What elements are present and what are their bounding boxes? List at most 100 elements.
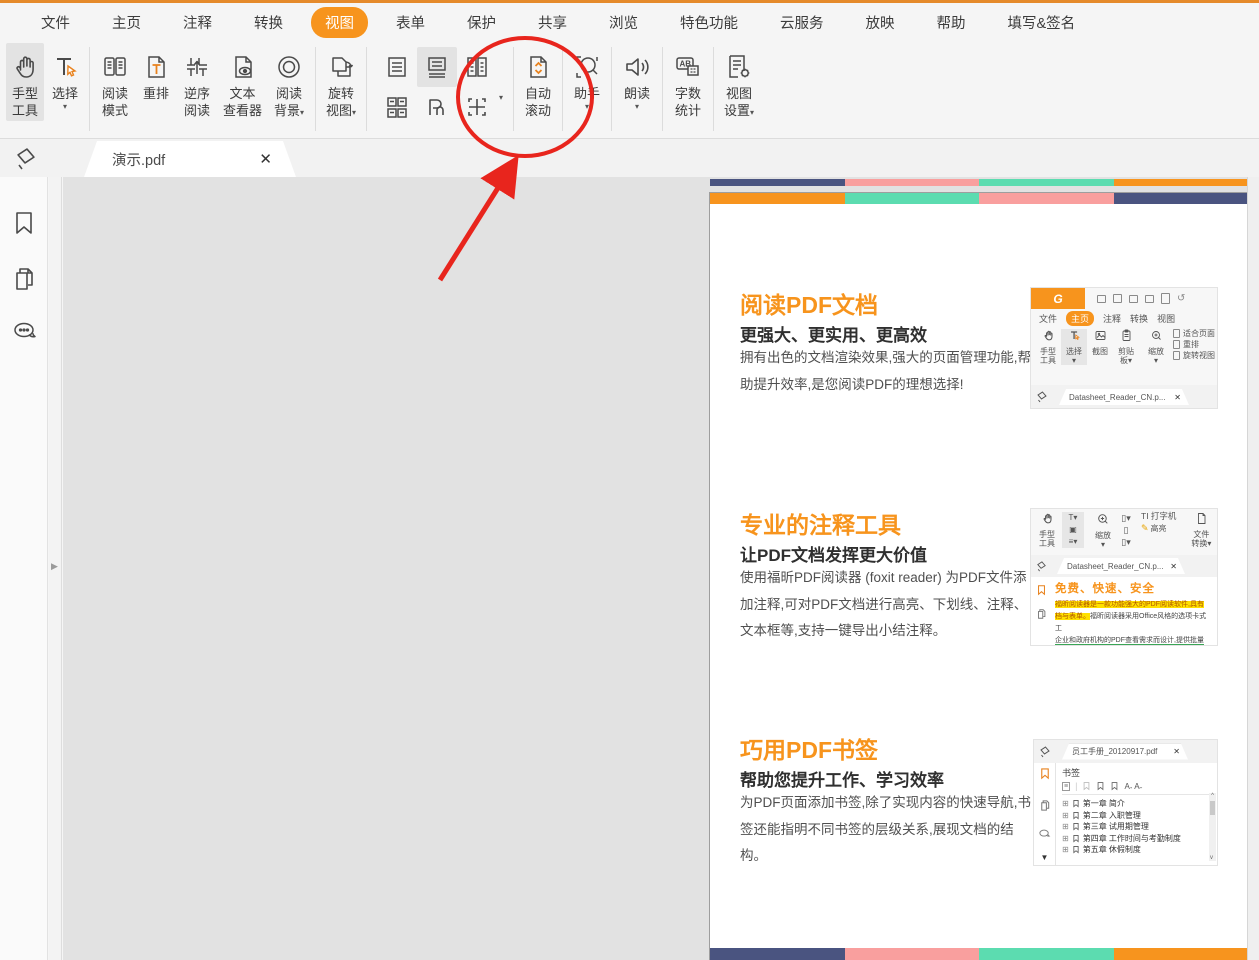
reading-background-icon [272,49,306,85]
mini-clipboard-tool: 剪贴板▾ [1113,329,1139,365]
auto-scroll-icon [523,49,553,85]
document-viewport[interactable]: 阅读PDF文档 更强大、更实用、更高效 拥有出色的文档渲染效果,强大的页面管理功… [63,177,1259,960]
continuous-page-view-button[interactable] [417,47,457,87]
mini-scrollbar: ^ v [1209,793,1216,861]
menu-convert[interactable]: 转换 [233,7,304,38]
toolbar-separator [89,47,90,131]
section-body: 拥有出色的文档渲染效果,强大的页面管理功能,帮助提升效率,是您阅读PDF的理想选… [740,345,1038,398]
foxit-logo-icon: G [1031,288,1085,309]
chevron-down-icon[interactable]: ▾ [499,93,503,103]
mini-underlined-text: 企业和政府机构的PDF查看需求而设计,提供批量 [1055,637,1204,645]
menu-fill-sign[interactable]: 填写&签名 [987,7,1097,38]
sidebar-collapse-strip[interactable]: ▶ [49,177,62,960]
menu-present[interactable]: 放映 [845,7,916,38]
select-text-icon [50,49,80,85]
reflow-icon [141,49,171,85]
hand-tool-button[interactable]: 手型工具 [6,43,44,121]
assistant-button[interactable]: 助手 ▾ [568,43,606,114]
reading-background-button[interactable]: 阅读背景▾ [268,43,310,121]
hand-icon [10,49,40,85]
close-icon[interactable]: ✕ [259,150,272,168]
mini-content-heading: 免费、快速、安全 [1055,580,1213,596]
mini-close-icon: ✕ [1170,562,1177,571]
quick-access-toolbar: ↺ [1097,293,1185,304]
vertical-scrollbar[interactable] [1247,177,1259,960]
section-heading: 巧用PDF书签 [740,731,878,765]
facing-page-view-button[interactable] [457,47,497,87]
mini-menu-item: 文件 [1039,312,1057,325]
menu-file[interactable]: 文件 [20,7,91,38]
reverse-reading-icon [181,49,213,85]
mini-menu-item: 注释 [1103,312,1121,325]
read-mode-button[interactable]: 阅读模式 [95,43,135,121]
menu-cloud[interactable]: 云服务 [759,7,845,38]
mini-select-stack: T▾▣≡▾ [1062,512,1084,548]
menu-form[interactable]: 表单 [375,7,446,38]
menu-protect[interactable]: 保护 [446,7,517,38]
section-subheading: 让PDF文档发挥更大价值 [740,541,927,566]
page-top-stripes [710,193,1248,204]
toolbar-separator [513,47,514,131]
print-icon [1129,295,1138,303]
menu-features[interactable]: 特色功能 [659,7,759,38]
text-viewer-icon [228,49,258,85]
split-window-button[interactable] [457,87,497,127]
view-settings-button[interactable]: 视图设置▾ [719,43,759,121]
new-page-icon [1161,293,1170,304]
mini-select-tool: 选择▾ [1061,329,1087,365]
pdf-page: 阅读PDF文档 更强大、更实用、更高效 拥有出色的文档渲染效果,强大的页面管理功… [709,192,1249,960]
menu-view[interactable]: 视图 [311,7,368,38]
pencil-icon[interactable] [12,145,40,178]
menu-share[interactable]: 共享 [517,7,588,38]
toolbar-separator [713,47,714,131]
assistant-icon [572,49,602,85]
word-count-button[interactable]: AB 字数统计 [668,43,708,121]
menu-browse[interactable]: 浏览 [588,7,659,38]
mini-panel-title: 书签 [1062,766,1215,779]
mini-menu-item-active: 主页 [1066,311,1094,326]
section-subheading: 帮助您提升工作、学习效率 [740,766,944,791]
mini-side-rail: ▼ [1034,763,1056,866]
screenshot-read-pdf: G ↺ 文件 主页 注释 转换 视图 [1030,287,1218,409]
menu-home[interactable]: 主页 [91,7,162,38]
reflow-button[interactable]: 重排 [137,43,175,104]
menu-comment[interactable]: 注释 [162,7,233,38]
section-subheading: 更强大、更实用、更高效 [740,321,927,346]
document-tab-title: 演示.pdf [112,149,259,170]
undo-icon: ↺ [1177,293,1185,304]
auto-scroll-button[interactable]: 自动滚动 [519,43,557,121]
facing-continuous-view-button[interactable] [377,87,417,127]
expand-arrow-icon[interactable]: ▶ [51,561,58,572]
mini-tab-title: 员工手册_20120917.pdf [1072,746,1173,757]
view-ribbon-toolbar: 手型工具 选择 ▾ 阅读模式 重排 [0,41,1259,139]
reverse-reading-button[interactable]: 逆序阅读 [177,43,217,121]
mini-menu-item: 转换 [1130,312,1148,325]
split-view-button[interactable] [417,87,457,127]
mini-close-icon: ✕ [1174,393,1181,402]
mini-page-ops: ▯▾▯▯▾ [1118,512,1134,548]
save-icon [1113,294,1122,303]
bookmarks-panel-icon[interactable] [11,209,37,242]
toolbar-separator [611,47,612,131]
rotate-view-button[interactable]: 旋转视图▾ [321,43,361,121]
select-tool-button[interactable]: 选择 ▾ [46,43,84,114]
toolbar-separator [366,47,367,131]
single-page-view-button[interactable] [377,47,417,87]
view-settings-icon [723,49,755,85]
mini-hand-tool: 手型工具 [1035,512,1059,548]
section-body: 使用福昕PDF阅读器 (foxit reader) 为PDF文件添加注释,可对P… [740,565,1038,645]
open-icon [1097,295,1106,303]
pages-panel-icon[interactable] [11,265,37,298]
document-tab[interactable]: 演示.pdf ✕ [84,141,296,177]
screenshot-bookmarks: 员工手册_20120917.pdf ✕ ▼ 书签 ≡| [1033,739,1218,866]
rotate-view-icon [325,49,357,85]
toolbar-separator [562,47,563,131]
toolbar-separator [662,47,663,131]
mini-close-icon: ✕ [1173,747,1180,756]
menu-help[interactable]: 帮助 [916,7,987,38]
comments-panel-icon[interactable] [11,319,39,350]
mini-side-rail [1031,577,1051,625]
mini-hand-tool: 手型工具 [1035,329,1061,365]
read-aloud-button[interactable]: 朗读 ▾ [617,43,657,114]
text-viewer-button[interactable]: 文本查看器 [219,43,266,121]
